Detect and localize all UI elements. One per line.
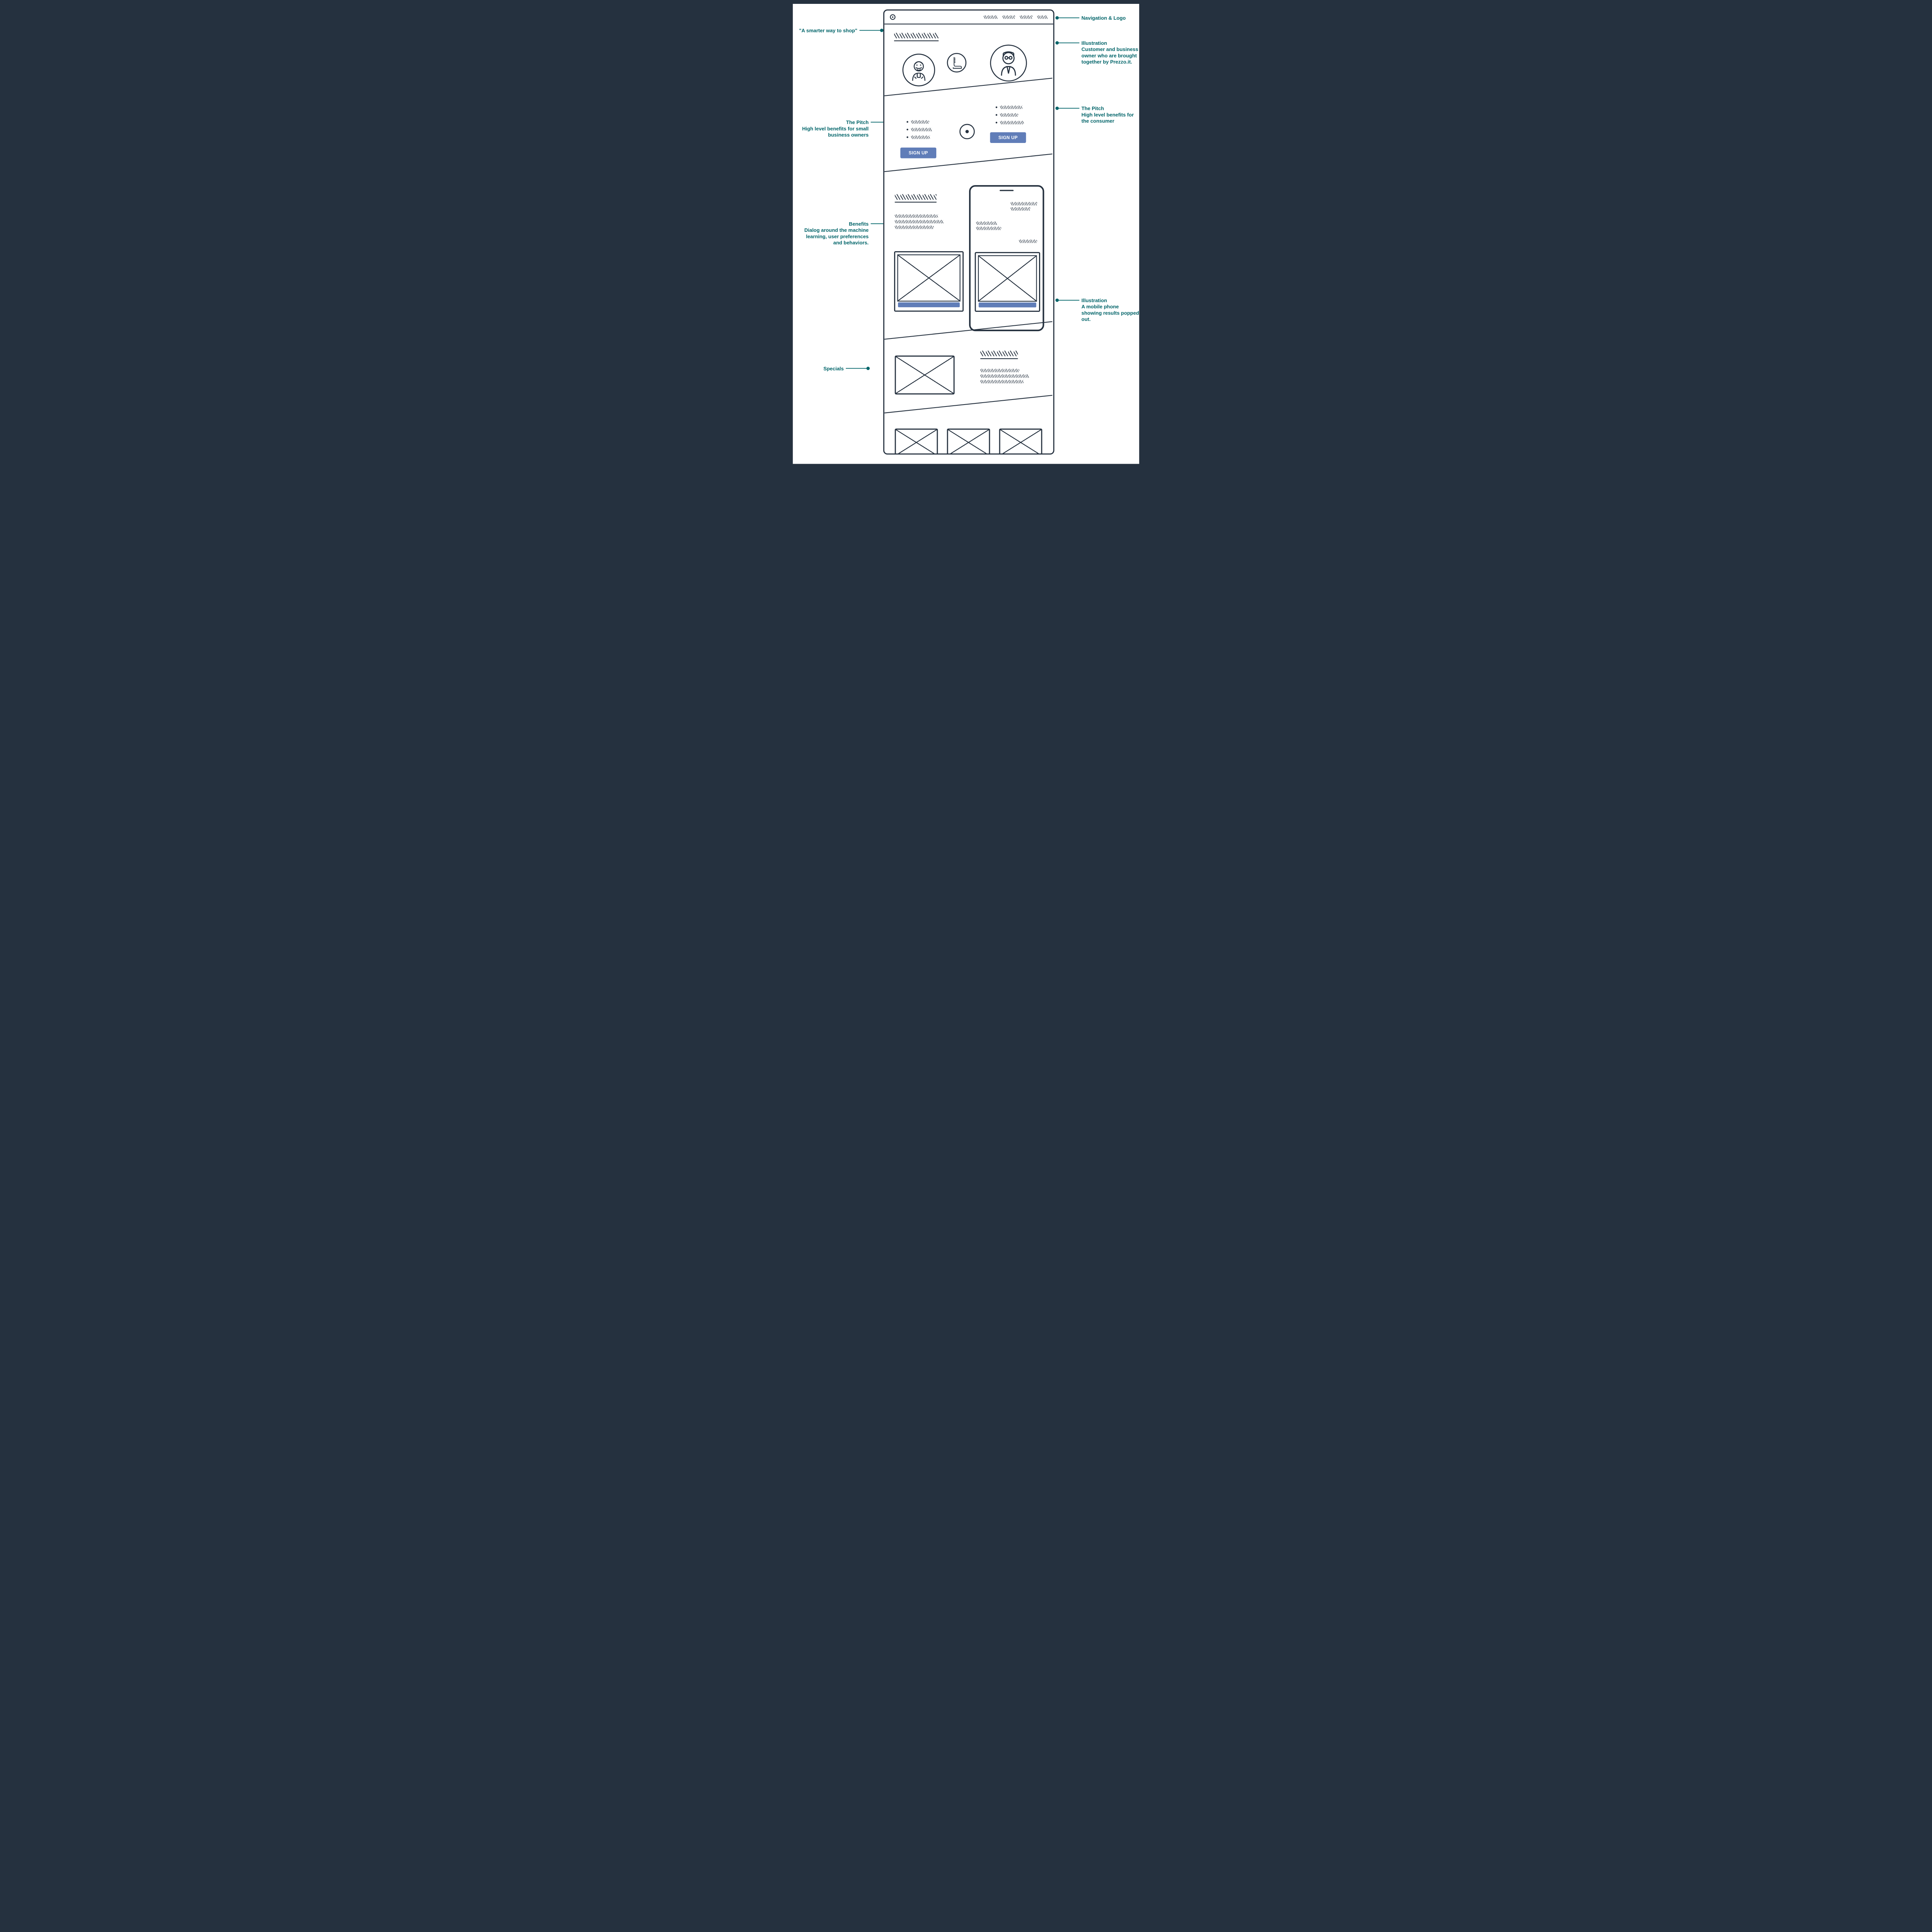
phone-mockup bbox=[969, 185, 1044, 331]
row-card[interactable] bbox=[895, 429, 938, 454]
business-owner-avatar-icon bbox=[902, 54, 935, 87]
image-placeholder-icon bbox=[897, 254, 960, 301]
specials-headline bbox=[980, 350, 1018, 359]
row-card[interactable] bbox=[999, 429, 1043, 454]
phone-text bbox=[1019, 240, 1037, 243]
annot-pitch-business: The Pitch High level benefits for small … bbox=[799, 119, 893, 138]
business-bullets bbox=[904, 120, 932, 143]
image-placeholder-icon bbox=[978, 255, 1037, 302]
phone-text bbox=[1011, 202, 1037, 211]
target-icon bbox=[959, 124, 975, 139]
section-card-row bbox=[884, 417, 1053, 454]
section-benefits bbox=[884, 177, 1053, 335]
nav-link[interactable] bbox=[1037, 15, 1048, 19]
annot-benefits: Benefits Dialog around the machine learn… bbox=[799, 221, 893, 246]
annot-nav: Navigation & Logo bbox=[1057, 15, 1126, 21]
hero-headline bbox=[894, 33, 939, 41]
annot-phone-illo: Illustration A mobile phone showing resu… bbox=[1057, 298, 1139, 323]
annot-hero-illo: Illustration Customer and business owner… bbox=[1057, 40, 1139, 65]
consumer-bullets bbox=[993, 105, 1024, 128]
card-cta-bar[interactable] bbox=[898, 303, 960, 308]
top-nav bbox=[884, 10, 1053, 24]
list-item bbox=[906, 128, 932, 131]
section-pitch: SIGN UP SIGN UP bbox=[884, 103, 1053, 170]
signup-business-button[interactable]: SIGN UP bbox=[900, 148, 936, 158]
list-item bbox=[906, 136, 932, 139]
page-wireframe: SIGN UP SIGN UP bbox=[883, 9, 1054, 454]
nav-link[interactable] bbox=[1020, 15, 1032, 19]
list-item bbox=[906, 120, 932, 124]
section-specials bbox=[884, 339, 1053, 412]
specials-image bbox=[895, 355, 955, 395]
phone-result-card[interactable] bbox=[975, 252, 1040, 312]
signup-consumer-button[interactable]: SIGN UP bbox=[990, 132, 1026, 143]
annot-tagline: "A smarter way to shop" bbox=[799, 27, 882, 34]
logo-icon[interactable] bbox=[890, 14, 895, 20]
list-item bbox=[996, 121, 1024, 124]
nav-links bbox=[984, 15, 1048, 19]
specials-body bbox=[980, 369, 1029, 383]
list-item bbox=[996, 105, 1024, 109]
row-card[interactable] bbox=[947, 429, 990, 454]
benefits-body bbox=[895, 214, 944, 229]
card-cta-bar[interactable] bbox=[979, 303, 1036, 308]
nav-link[interactable] bbox=[1002, 15, 1015, 19]
wireframe-canvas: "A smarter way to shop" Navigation & Log… bbox=[793, 4, 1139, 464]
section-hero bbox=[884, 29, 1053, 101]
annot-pitch-consumer: The Pitch High level benefits for the co… bbox=[1057, 105, 1139, 124]
phone-text bbox=[976, 221, 1001, 230]
list-item bbox=[996, 113, 1024, 117]
annot-specials: Specials bbox=[823, 366, 868, 372]
product-boot-icon bbox=[947, 53, 966, 72]
benefits-headline bbox=[895, 194, 937, 202]
customer-avatar-icon bbox=[990, 44, 1027, 81]
nav-link[interactable] bbox=[984, 15, 998, 19]
result-card[interactable] bbox=[894, 251, 964, 312]
